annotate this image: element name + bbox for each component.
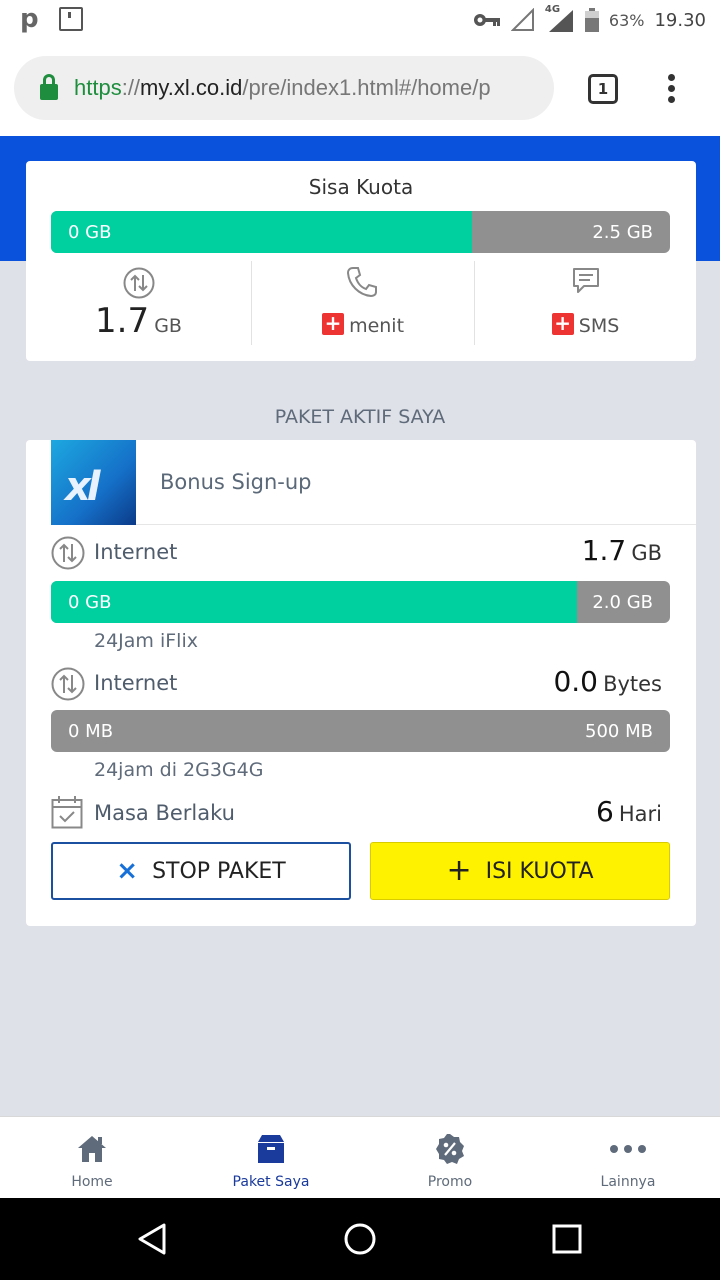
calendar-check-icon [51,796,83,829]
validity-value: 6 Hari [595,795,662,828]
url-text[interactable]: https://my.xl.co.id/pre/index1.html#/hom… [74,75,491,101]
nav-lainnya[interactable]: Lainnya [538,1117,718,1199]
internet-label: Internet [94,671,178,695]
quota-bar-min: 0 GB [68,222,112,243]
data-quota-value: 1.7 [95,301,150,341]
recent-apps-icon[interactable] [550,1222,584,1256]
data-quota-unit: GB [154,315,182,337]
data-transfer-icon [123,267,155,299]
nav-promo-label: Promo [427,1174,473,1190]
active-package-card: xl Bonus Sign-up Internet 1.7 GB 0 GB 2.… [26,440,696,926]
nav-paket-saya[interactable]: Paket Saya [181,1117,361,1199]
p-icon: p [20,4,39,34]
xl-logo: xl [51,440,136,525]
stop-package-label: STOP PAKET [152,858,286,884]
data-transfer-icon [51,536,85,570]
internet-bar-max: 2.0 GB [592,592,653,613]
add-voice-icon[interactable]: + [321,313,344,335]
voice-quota[interactable]: + menit [252,261,474,347]
top-up-quota-button[interactable]: + ISI KUOTA [370,842,670,900]
validity-label: Masa Berlaku [94,801,235,825]
add-sms-icon[interactable]: + [551,313,574,335]
close-icon: × [116,856,139,886]
nav-promo[interactable]: Promo [360,1117,540,1199]
sms-chat-icon [573,268,599,293]
internet-bar: 0 MB 500 MB [51,710,670,752]
internet-remaining: 1.7 GB [581,534,662,567]
internet-bar-max: 500 MB [585,721,653,742]
wifi-signal-icon [510,8,534,31]
home-circle-icon[interactable] [343,1222,377,1256]
quota-bar-max: 2.5 GB [592,222,653,243]
nav-home[interactable]: Home [2,1117,182,1199]
lock-icon [40,74,58,100]
plus-icon: + [446,853,472,888]
internet-sub-label: 24jam di 2G3G4G [94,759,264,781]
internet-bar-fill [51,581,578,623]
internet-sub-label: 24Jam iFlix [94,630,198,652]
package-name: Bonus Sign-up [160,470,312,494]
internet-bar: 0 GB 2.0 GB [51,581,670,623]
stop-package-button[interactable]: × STOP PAKET [51,842,351,900]
home-icon [78,1136,106,1162]
clock: 19.30 [654,9,706,31]
remaining-quota-card: Sisa Kuota 0 GB 2.5 GB 1.7 GB + menit + … [26,161,696,361]
top-up-quota-label: ISI KUOTA [485,858,594,884]
internet-bar-min: 0 MB [68,721,114,742]
quota-bar-fill [51,211,472,253]
vpn-key-icon [473,14,500,26]
internet-label: Internet [94,540,178,564]
internet-remaining: 0.0 Bytes [553,665,662,698]
divider [136,524,696,525]
battery-percent: 63% [608,10,645,30]
quota-bar: 0 GB 2.5 GB [51,211,670,253]
url-bar[interactable]: https://my.xl.co.id/pre/index1.html#/hom… [14,56,554,120]
bottom-navigation: Home Paket Saya Promo Lainnya [0,1116,720,1198]
nav-paket-saya-label: Paket Saya [232,1174,310,1190]
notification-box-icon [58,7,83,31]
android-navigation-bar [0,1198,720,1280]
overflow-menu-icon[interactable] [668,74,676,104]
nav-home-label: Home [71,1174,113,1190]
sms-label: SMS [578,315,620,337]
more-dots-icon [610,1145,646,1153]
cell-signal-icon: 4G [545,4,575,32]
quota-title: Sisa Kuota [308,175,414,199]
data-quota: 1.7 GB [26,261,251,347]
phone-icon [346,267,377,298]
nav-lainnya-label: Lainnya [600,1174,656,1190]
section-title: PAKET AKTIF SAYA [274,406,446,428]
promo-percent-icon [436,1134,464,1164]
package-box-icon [258,1135,284,1163]
internet-bar-min: 0 GB [68,592,112,613]
browser-toolbar: https://my.xl.co.id/pre/index1.html#/hom… [0,40,720,136]
sms-quota[interactable]: + SMS [475,261,696,347]
voice-label: menit [349,315,405,337]
data-transfer-icon [51,667,85,701]
battery-icon [584,8,599,32]
tab-switcher-button[interactable]: 1 [588,74,618,104]
status-bar: p 4G 63% 19.30 [0,0,720,40]
back-icon[interactable] [136,1222,170,1256]
